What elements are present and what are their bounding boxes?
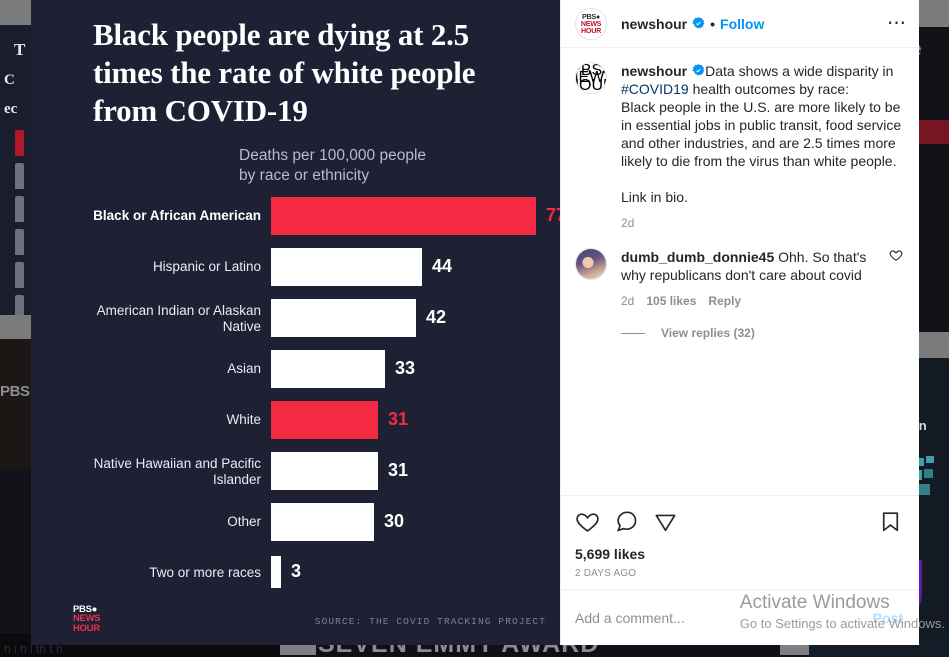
heart-icon[interactable] <box>889 248 903 310</box>
comment-likes[interactable]: 105 likes <box>646 294 696 308</box>
comment-username[interactable]: dumb_dumb_donnie45 <box>621 249 774 265</box>
view-replies-row[interactable]: View replies (32) <box>621 326 903 340</box>
caption-body: newshour Data shows a wide disparity in #… <box>621 62 903 232</box>
background-pbs-label: PBS <box>0 383 30 400</box>
chart-bar-label: Black or African American <box>93 208 261 223</box>
chart-bar-value: 30 <box>384 511 405 531</box>
chart-bar-label: White <box>226 412 261 427</box>
chart-bar-label: American Indian or Alaskan Native <box>96 303 261 334</box>
post-side-panel: PBS● NEWS HOUR newshour • Follow ⋯ BS EW… <box>560 0 919 645</box>
chart-bar-value: 31 <box>388 460 409 480</box>
ellipsis-icon[interactable]: ⋯ <box>887 14 907 33</box>
comment-body: dumb_dumb_donnie45 Ohh. So that's why re… <box>621 248 881 310</box>
comments-scroll-area[interactable]: PBS● NEWS HOUR newshour Data shows a wide… <box>561 48 919 495</box>
background-left-line1: C <box>4 72 15 88</box>
post-timestamp: 2 DAYS AGO <box>575 568 637 579</box>
caption-verified-badge-icon <box>692 63 705 76</box>
caption-text-pre: Data shows a wide disparity in <box>705 63 894 79</box>
chart-bar <box>271 197 536 235</box>
chart-subhead-line2: by race or ethnicity <box>239 167 370 184</box>
background-left-post: T C ec <box>0 25 34 315</box>
chart-bar <box>271 350 385 388</box>
background-left-title: T <box>14 40 26 59</box>
follow-button[interactable]: Follow <box>720 16 764 32</box>
comment-timestamp: 2d <box>621 294 635 308</box>
chart-bar-label: Asian <box>227 361 261 376</box>
post-caption: PBS● NEWS HOUR newshour Data shows a wide… <box>575 62 903 232</box>
chart-bar-value: 31 <box>388 409 409 429</box>
avatar-logo-line3: HOUR <box>581 26 601 36</box>
post-modal: Black people are dying at 2.5 times the … <box>31 0 919 645</box>
post-comment-button[interactable]: Post <box>873 610 903 626</box>
chart-subhead: Deaths per 100,000 people by race or eth… <box>31 130 560 186</box>
comment-avatar[interactable] <box>575 248 607 280</box>
pbs-newshour-logo: PBS● NEWS HOUR <box>73 604 107 634</box>
avatar[interactable]: PBS● NEWS HOUR <box>575 7 607 40</box>
background-left-figures <box>15 130 24 315</box>
replies-line <box>621 332 645 334</box>
chart-bar-label: Two or more races <box>149 565 261 580</box>
header-username[interactable]: newshour <box>621 16 687 32</box>
verified-badge-icon <box>692 17 705 30</box>
chart-bar-value: 77 <box>546 205 560 225</box>
chart-bar <box>271 556 281 588</box>
caption-username[interactable]: newshour <box>621 63 687 79</box>
action-icons-row <box>575 504 903 544</box>
chart-headline: Black people are dying at 2.5 times the … <box>93 17 476 128</box>
comment-input[interactable] <box>575 609 873 626</box>
post-media-chart[interactable]: Black people are dying at 2.5 times the … <box>31 0 560 645</box>
likes-count[interactable]: 5,699 likes <box>575 546 903 562</box>
chart-bar <box>271 503 374 541</box>
chart-bar-label: Other <box>227 514 261 529</box>
header-separator: • <box>710 15 716 32</box>
chart-bar-value: 33 <box>395 358 416 378</box>
background-divider-bar <box>0 315 34 339</box>
chart-bar <box>271 299 416 337</box>
post-actions: 5,699 likes 2 DAYS AGO <box>561 495 919 589</box>
caption-hashtag[interactable]: #COVID19 <box>621 81 689 97</box>
list-item: dumb_dumb_donnie45 Ohh. So that's why re… <box>575 248 903 310</box>
chart-bar-label: Native Hawaiian and Pacific Islander <box>93 456 261 487</box>
chart-bar-label: Hispanic or Latino <box>152 259 261 274</box>
comment-bubble-icon[interactable] <box>614 509 639 539</box>
comment-reply-button[interactable]: Reply <box>708 294 741 308</box>
chart-bar-value: 42 <box>426 307 447 327</box>
chart-bar <box>271 452 378 490</box>
chart-subhead-line1: Deaths per 100,000 people <box>239 147 427 164</box>
background-top-bar <box>0 0 34 25</box>
chart-bar <box>271 401 378 439</box>
caption-timestamp: 2d <box>621 216 635 230</box>
background-left-line2: ec <box>4 101 18 117</box>
chart-bar <box>271 248 422 286</box>
post-header: PBS● NEWS HOUR newshour • Follow ⋯ <box>561 0 919 48</box>
screenshot-root: T C ec PBS te sion <box>0 0 949 657</box>
chart-source: SOURCE: THE COVID TRACKING PROJECT <box>314 616 546 627</box>
heart-icon[interactable] <box>575 509 600 539</box>
add-comment-row: Post <box>561 589 919 645</box>
chart-bar-value: 44 <box>432 256 453 276</box>
comment-meta: 2d 105 likes Reply <box>621 292 881 310</box>
pbs-logo-line3: HOUR <box>73 622 100 634</box>
paper-plane-icon[interactable] <box>653 509 678 539</box>
bookmark-icon[interactable] <box>878 509 903 539</box>
background-second-post <box>0 339 34 469</box>
caption-text-post: health outcomes by race: Black people in… <box>621 81 902 205</box>
view-replies-button[interactable]: View replies (32) <box>661 326 755 340</box>
chart-bar-value: 3 <box>291 561 302 581</box>
caption-avatar-line3: HOUR <box>576 76 606 94</box>
caption-avatar[interactable]: PBS● NEWS HOUR <box>575 62 607 94</box>
